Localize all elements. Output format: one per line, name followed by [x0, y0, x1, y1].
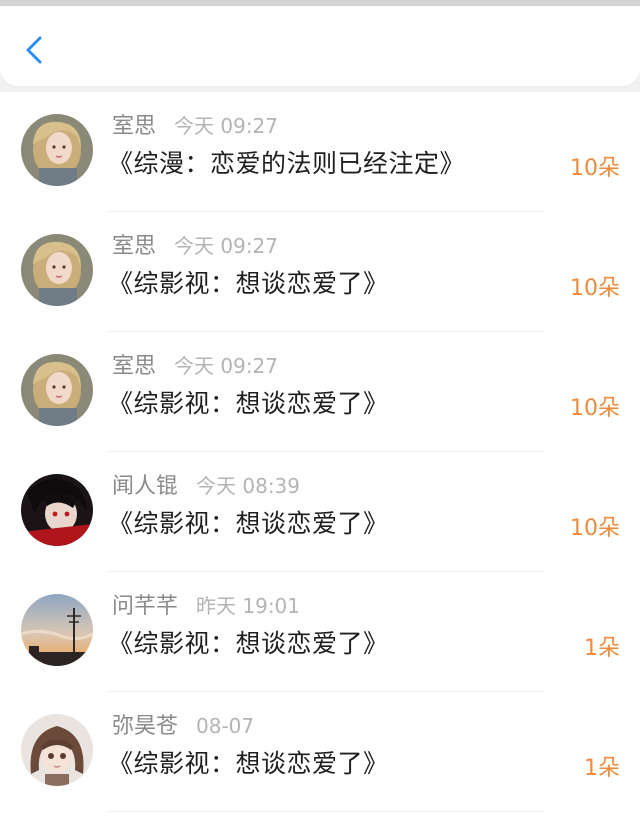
list-item[interactable]: 弥昊苍 08-07 《综影视：想谈恋爱了》 1朵 — [0, 692, 640, 812]
record-meta: 室思 今天 09:27 — [112, 348, 279, 379]
list-item[interactable]: 室思 今天 09:27 《综漫：恋爱的法则已经注定》 10朵 — [0, 92, 640, 212]
sender-name: 弥昊苍 — [112, 714, 179, 739]
gift-amount: 1朵 — [584, 636, 620, 661]
sender-name: 闻人锟 — [112, 474, 179, 499]
sender-name: 室思 — [112, 234, 157, 259]
record-time: 今天 08:39 — [196, 474, 301, 498]
avatar[interactable] — [21, 114, 93, 186]
back-button[interactable] — [18, 32, 54, 68]
record-meta: 室思 今天 09:27 — [112, 108, 279, 139]
gift-amount: 10朵 — [570, 276, 620, 301]
list-item[interactable]: 问芊芊 昨天 19:01 《综影视：想谈恋爱了》 1朵 — [0, 572, 640, 692]
record-meta: 闻人锟 今天 08:39 — [112, 468, 301, 499]
avatar[interactable] — [21, 354, 93, 426]
row-divider — [108, 811, 544, 812]
record-time: 昨天 19:01 — [196, 594, 301, 618]
avatar[interactable] — [21, 714, 93, 786]
book-title[interactable]: 《综影视：想谈恋爱了》 — [108, 384, 389, 420]
book-title[interactable]: 《综影视：想谈恋爱了》 — [108, 624, 389, 660]
record-time: 今天 09:27 — [174, 234, 279, 258]
chevron-left-icon — [26, 36, 42, 64]
record-meta: 弥昊苍 08-07 — [112, 708, 255, 739]
sender-name: 问芊芊 — [112, 594, 179, 619]
book-title[interactable]: 《综影视：想谈恋爱了》 — [108, 264, 389, 300]
gift-amount: 1朵 — [584, 756, 620, 781]
avatar[interactable] — [21, 234, 93, 306]
book-title[interactable]: 《综漫：恋爱的法则已经注定》 — [108, 144, 465, 180]
list-item[interactable]: 室思 今天 09:27 《综影视：想谈恋爱了》 10朵 — [0, 332, 640, 452]
avatar[interactable] — [21, 594, 93, 666]
book-title[interactable]: 《综影视：想谈恋爱了》 — [108, 744, 389, 780]
sender-name: 室思 — [112, 114, 157, 139]
record-meta: 室思 今天 09:27 — [112, 228, 279, 259]
book-title[interactable]: 《综影视：想谈恋爱了》 — [108, 504, 389, 540]
top-bar — [0, 6, 640, 86]
list-item[interactable]: 闻人锟 今天 08:39 《综影视：想谈恋爱了》 10朵 — [0, 452, 640, 572]
record-time: 今天 09:27 — [174, 354, 279, 378]
avatar[interactable] — [21, 474, 93, 546]
list-item[interactable]: 室思 今天 09:27 《综影视：想谈恋爱了》 10朵 — [0, 212, 640, 332]
sender-name: 室思 — [112, 354, 157, 379]
record-meta: 问芊芊 昨天 19:01 — [112, 588, 301, 619]
gift-record-list: 室思 今天 09:27 《综漫：恋爱的法则已经注定》 10朵 室思 今天 09:27… — [0, 92, 640, 823]
record-time: 今天 09:27 — [174, 114, 279, 138]
record-time: 08-07 — [196, 714, 255, 738]
gift-amount: 10朵 — [570, 396, 620, 421]
gift-amount: 10朵 — [570, 156, 620, 181]
gift-amount: 10朵 — [570, 516, 620, 541]
